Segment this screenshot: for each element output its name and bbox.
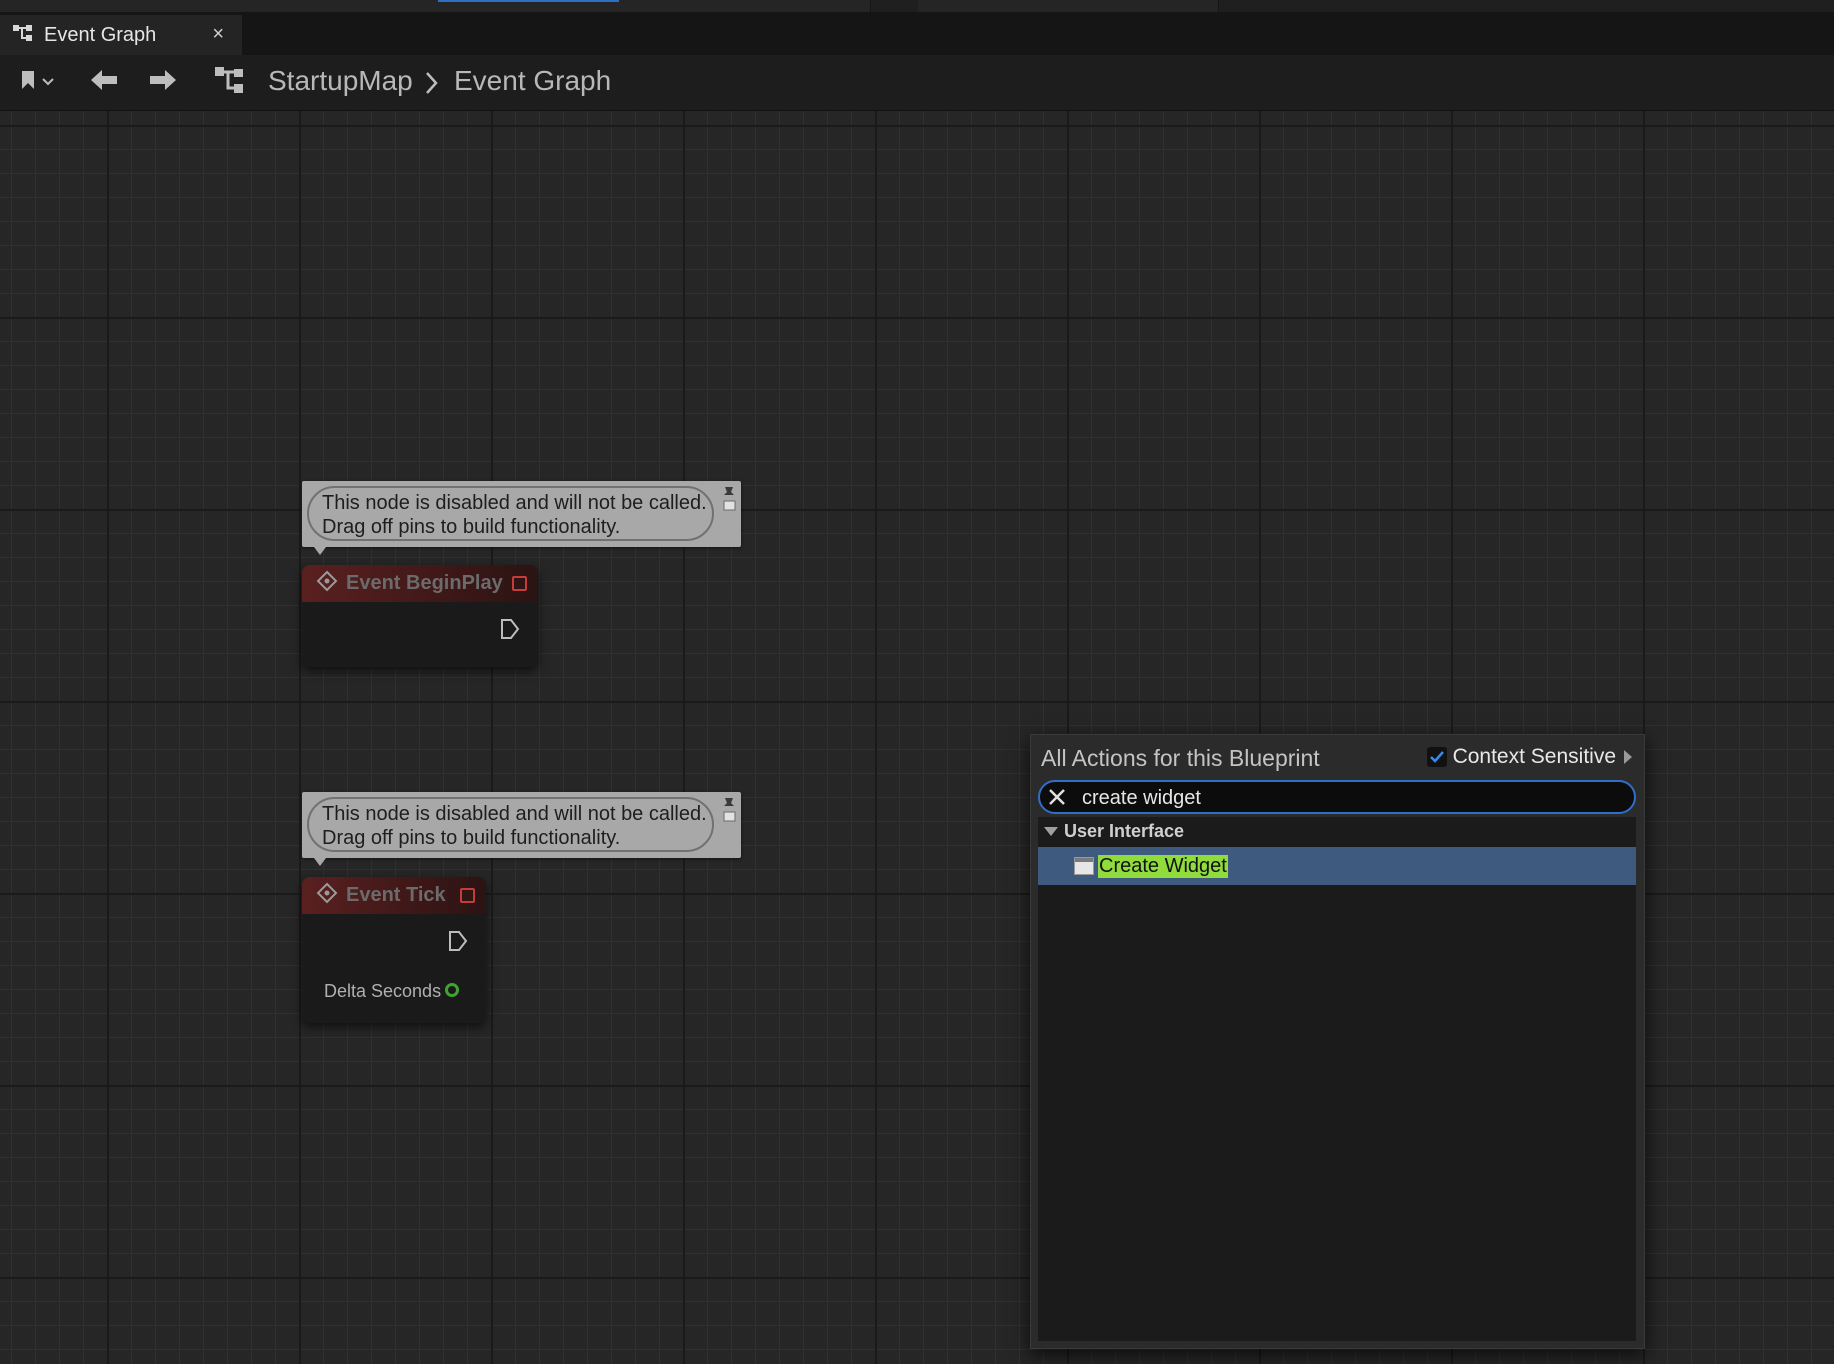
tab-event-graph[interactable]: Event Graph ×: [0, 15, 242, 55]
action-results-list: User Interface Create Widget: [1038, 817, 1636, 1341]
window-top-strip: [0, 0, 1834, 12]
comment-line: Drag off pins to build functionality.: [322, 827, 621, 849]
action-menu-title: All Actions for this Blueprint: [1041, 745, 1320, 771]
triangle-down-icon[interactable]: [1044, 826, 1058, 836]
arrow-right-icon: [148, 68, 178, 97]
graph-toolbar: StartupMap Event Graph: [0, 55, 1834, 111]
action-item-label: Create Widget: [1098, 854, 1228, 878]
exec-output-pin[interactable]: [500, 618, 520, 640]
clear-icon[interactable]: [1048, 788, 1066, 806]
bubble-tail: [314, 547, 326, 555]
chevron-right-icon: [424, 71, 440, 100]
tab-bar: Event Graph ×: [0, 12, 1834, 55]
top-strip-segment: [0, 0, 223, 12]
context-sensitive-toggle[interactable]: Context Sensitive: [1426, 745, 1632, 769]
widget-icon: [1074, 857, 1094, 875]
caret-right-icon[interactable]: [1624, 750, 1632, 764]
node-comment-bubble[interactable]: This node is disabled and will not be ca…: [302, 792, 741, 866]
exec-output-pin[interactable]: [448, 930, 468, 952]
comment-text: This node is disabled and will not be ca…: [307, 486, 714, 541]
checkbox-checked-icon[interactable]: [1426, 747, 1447, 767]
delegate-pin[interactable]: [512, 576, 527, 591]
back-button[interactable]: [84, 55, 124, 110]
event-diamond-icon: [316, 882, 338, 909]
chevron-down-icon: [41, 74, 55, 92]
graph-canvas[interactable]: This node is disabled and will not be ca…: [0, 111, 1834, 1364]
graph-icon: [213, 65, 245, 100]
node-title: Event BeginPlay: [346, 572, 503, 594]
action-search-box[interactable]: [1038, 780, 1636, 814]
event-tick-node[interactable]: Event Tick Delta Seconds: [302, 877, 486, 1023]
delta-seconds-pin[interactable]: [445, 983, 459, 997]
graph-overview-button[interactable]: [209, 55, 249, 110]
bubble-tail: [314, 858, 326, 866]
top-strip-segment: [622, 0, 871, 12]
action-search-input[interactable]: [1080, 784, 1624, 812]
pin-icon[interactable]: [721, 485, 737, 515]
close-icon[interactable]: ×: [212, 23, 224, 46]
node-header: Event Tick: [302, 877, 486, 914]
bookmark-dropdown-button[interactable]: [12, 55, 62, 110]
category-label: User Interface: [1064, 820, 1185, 841]
delegate-pin[interactable]: [460, 888, 475, 903]
comment-line: Drag off pins to build functionality.: [322, 516, 621, 538]
event-beginplay-node[interactable]: Event BeginPlay: [302, 565, 538, 667]
breadcrumb-root[interactable]: StartupMap: [268, 65, 413, 97]
top-strip-active-indicator: [438, 0, 619, 2]
tab-label: Event Graph: [44, 23, 157, 46]
node-comment-bubble[interactable]: This node is disabled and will not be ca…: [302, 481, 741, 555]
context-sensitive-label: Context Sensitive: [1452, 745, 1616, 768]
category-user-interface[interactable]: User Interface: [1038, 817, 1636, 845]
comment-text: This node is disabled and will not be ca…: [307, 797, 714, 852]
delta-seconds-label: Delta Seconds: [324, 981, 442, 1001]
node-header: Event BeginPlay: [302, 565, 538, 602]
event-diamond-icon: [316, 570, 338, 597]
bookmark-icon: [19, 69, 37, 96]
blueprint-action-menu: All Actions for this Blueprint Context S…: [1030, 734, 1645, 1349]
top-strip-segment: [918, 0, 1219, 12]
arrow-left-icon: [89, 68, 119, 97]
graph-icon: [12, 23, 34, 48]
pin-icon[interactable]: [721, 796, 737, 826]
action-item-create-widget[interactable]: Create Widget: [1038, 847, 1636, 885]
comment-line: This node is disabled and will not be ca…: [322, 803, 707, 825]
node-title: Event Tick: [346, 884, 446, 906]
breadcrumb-current[interactable]: Event Graph: [454, 65, 611, 97]
comment-line: This node is disabled and will not be ca…: [322, 492, 707, 514]
forward-button[interactable]: [143, 55, 183, 110]
